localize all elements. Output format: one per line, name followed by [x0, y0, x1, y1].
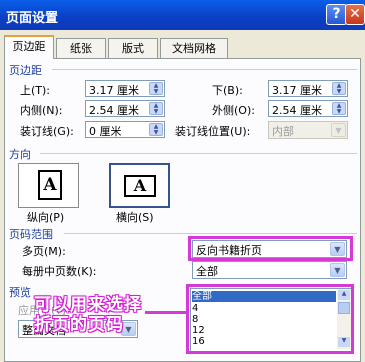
highlight-box-page-list	[186, 284, 354, 354]
gutter-position-select: 内部 ▼	[268, 121, 348, 139]
divider	[64, 233, 357, 234]
bottom-margin-field[interactable]: 3.17 厘米 ▲ ▼	[268, 80, 348, 97]
portrait-button[interactable]: A	[18, 163, 79, 208]
portrait-page-icon: A	[38, 170, 62, 200]
spin-arrows-icon[interactable]: ▲ ▼	[149, 123, 163, 136]
spin-arrows-icon[interactable]: ▲ ▼	[332, 102, 346, 115]
annotation-arrow-line	[145, 311, 187, 314]
pages-per-booklet-label: 每册中页数(K):	[22, 265, 97, 278]
section-margins: 页边距	[9, 64, 42, 77]
section-preview: 预览	[9, 286, 31, 299]
pages-per-booklet-select[interactable]: 全部 ▼	[192, 261, 347, 279]
divider	[52, 69, 357, 70]
bottom-margin-label: 下(B):	[212, 84, 243, 97]
annotation-line-2: 折页的页码	[34, 315, 124, 335]
divider	[40, 153, 357, 154]
gutter-label: 装订线(G):	[20, 125, 74, 138]
outside-margin-field[interactable]: 2.54 厘米 ▲ ▼	[268, 100, 348, 117]
spin-arrows-icon[interactable]: ▲ ▼	[149, 82, 163, 95]
tab-doc-grid[interactable]: 文档网格	[160, 38, 228, 58]
outside-margin-label: 外侧(O):	[212, 104, 255, 117]
top-margin-label: 上(T):	[20, 84, 51, 97]
inside-margin-field[interactable]: 2.54 厘米 ▲ ▼	[85, 100, 165, 117]
gutter-field[interactable]: 0 厘米 ▲ ▼	[85, 121, 165, 138]
section-orientation: 方向	[9, 148, 31, 161]
tab-layout[interactable]: 版式	[108, 38, 158, 58]
chevron-down-icon: ▼	[331, 123, 346, 137]
landscape-label: 横向(S)	[116, 211, 154, 224]
spin-arrows-icon[interactable]: ▲ ▼	[332, 82, 346, 95]
tab-paper[interactable]: 纸张	[56, 38, 106, 58]
inside-margin-label: 内侧(N):	[20, 104, 63, 117]
top-margin-field[interactable]: 3.17 厘米 ▲ ▼	[85, 80, 165, 97]
title-bar: 页面设置 ? ✕	[0, 0, 365, 30]
help-button[interactable]: ?	[326, 4, 347, 25]
tab-margins[interactable]: 页边距	[4, 35, 54, 59]
multiple-pages-label: 多页(M):	[22, 245, 66, 258]
highlight-box-multiple-pages	[188, 236, 353, 261]
section-pages: 页码范围	[9, 228, 53, 241]
window-title: 页面设置	[6, 11, 59, 26]
gutter-position-label: 装订线位置(U):	[175, 125, 251, 138]
chevron-down-icon[interactable]: ▼	[330, 263, 345, 277]
spin-arrows-icon[interactable]: ▲ ▼	[149, 102, 163, 115]
portrait-label: 纵向(P)	[27, 211, 65, 224]
close-button[interactable]: ✕	[345, 4, 365, 25]
landscape-page-icon: A	[124, 175, 156, 197]
landscape-button[interactable]: A	[109, 163, 170, 208]
